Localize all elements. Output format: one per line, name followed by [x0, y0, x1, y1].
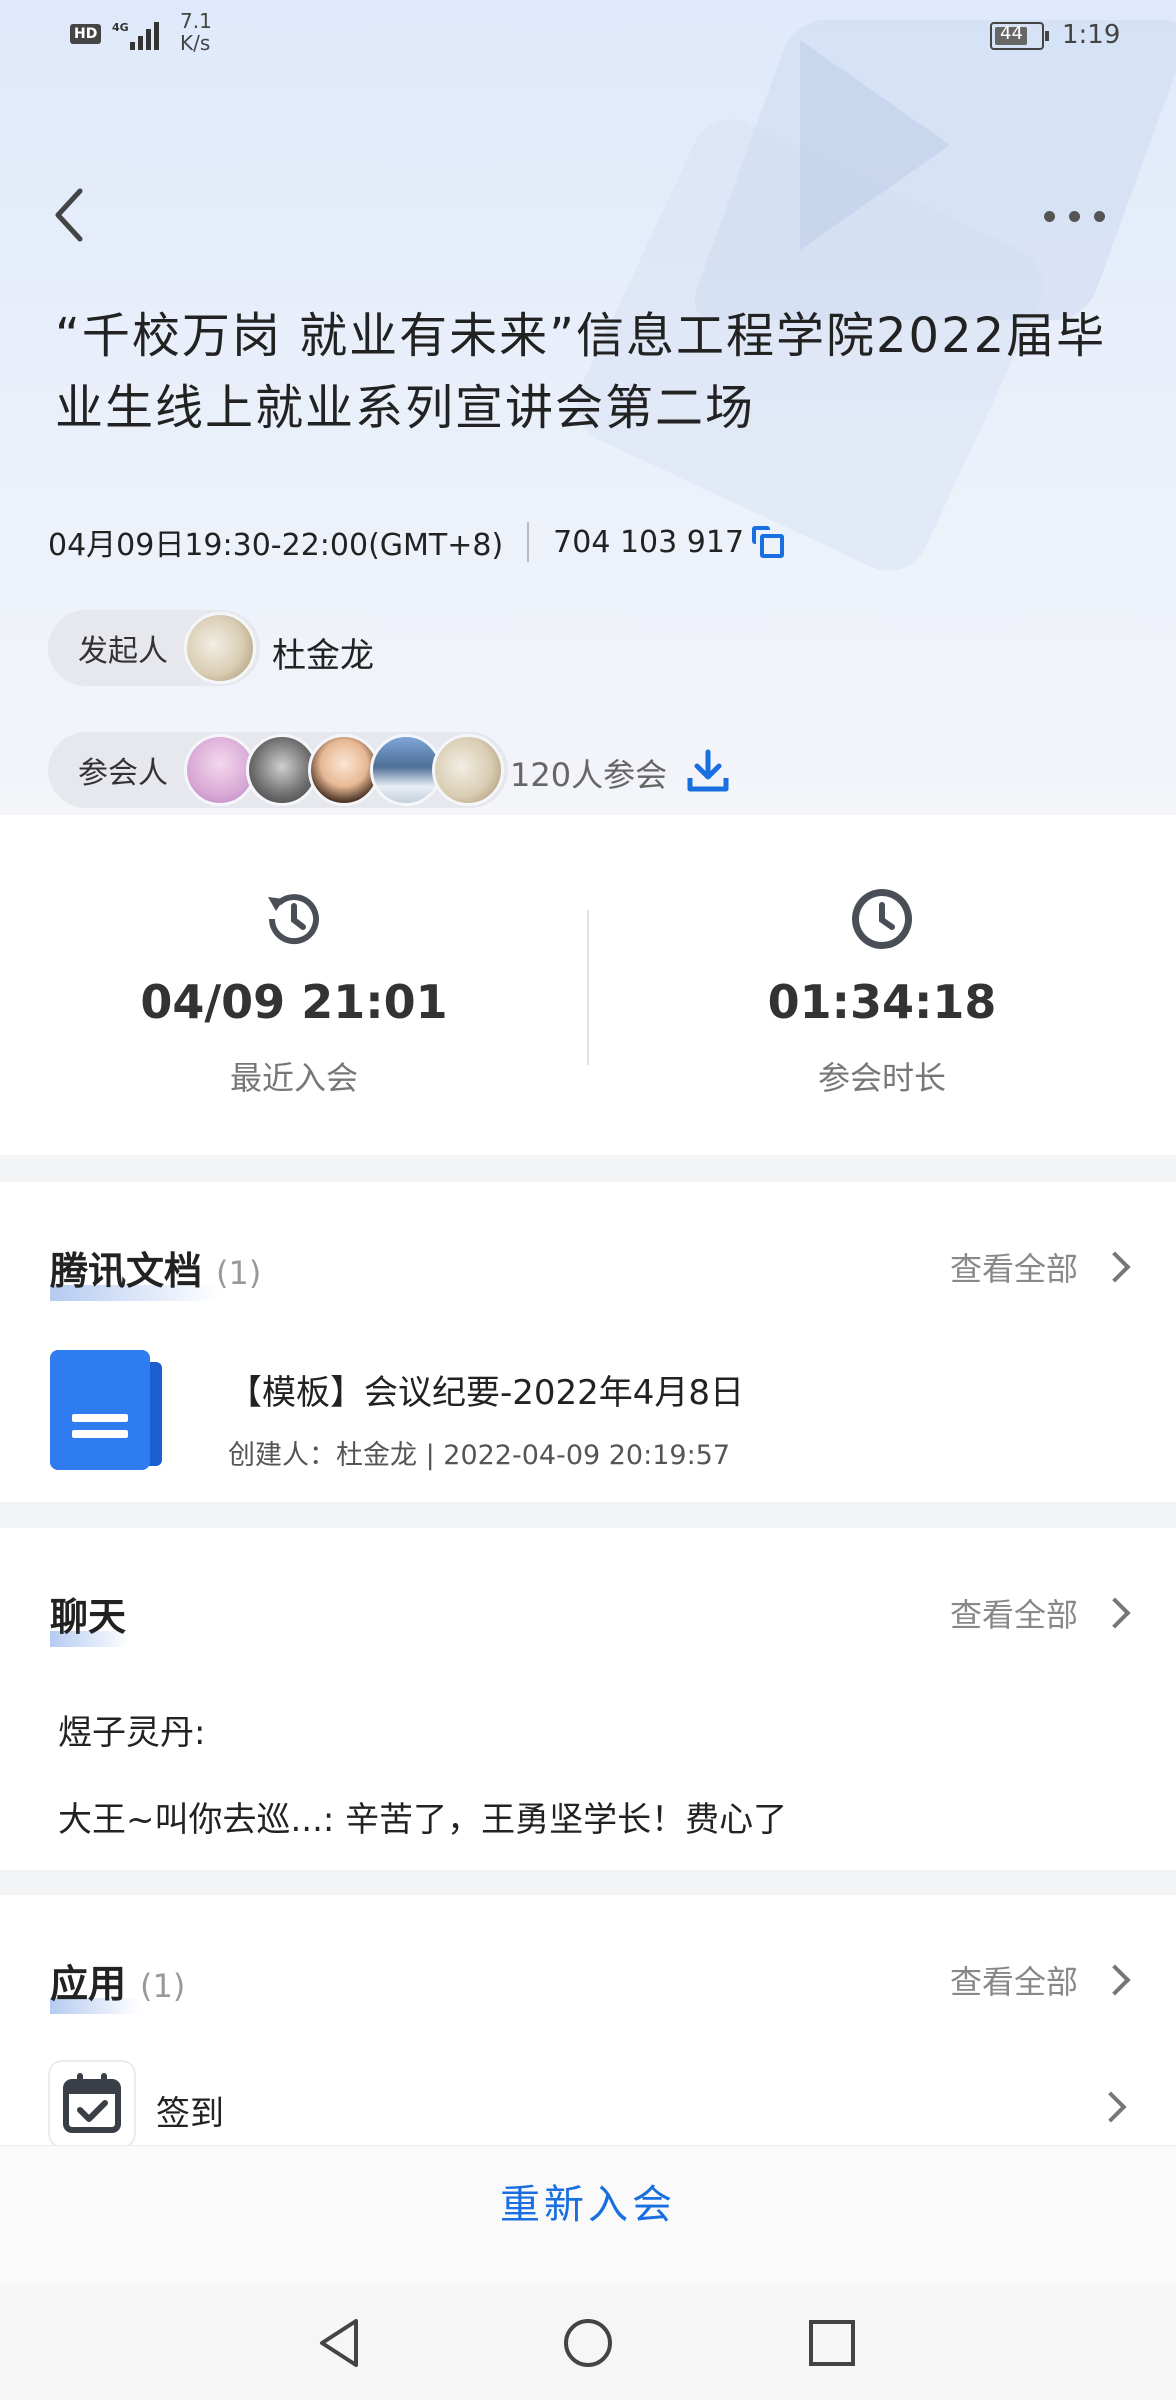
chat-view-all-link[interactable]: 查看全部: [950, 1590, 1131, 1636]
recent-join-label: 最近入会: [229, 1059, 358, 1097]
download-icon[interactable]: [686, 748, 730, 794]
docs-count: (1): [216, 1254, 262, 1292]
participants-label: 参会人: [78, 756, 168, 791]
avatar: [432, 734, 504, 806]
docs-section-title: 腾讯文档 (1): [50, 1240, 262, 1301]
meeting-stats: 04/09 21:01 最近入会 01:34:18 参会时长: [0, 815, 1176, 1155]
meeting-id: 704 103 917: [553, 524, 745, 560]
recent-join-stat: 04/09 21:01 最近入会: [0, 815, 588, 1155]
chat-message: 煜子灵丹:: [58, 1713, 206, 1753]
host-avatar: [184, 612, 256, 684]
doc-item-meta: 创建人：杜金龙 | 2022-04-09 20:19:57: [228, 1440, 731, 1471]
docs-view-all-link[interactable]: 查看全部: [950, 1244, 1131, 1290]
copy-icon[interactable]: [752, 526, 785, 558]
hd-badge: HD: [70, 24, 102, 44]
status-time: 1:19: [1062, 20, 1121, 50]
apps-section-title: 应用 (1): [50, 1953, 186, 2014]
history-icon: [268, 894, 319, 945]
rejoin-button[interactable]: 重新入会: [0, 2172, 1176, 2230]
battery-icon: 44: [990, 22, 1049, 50]
nav-back-icon[interactable]: [312, 2315, 368, 2371]
more-options-icon[interactable]: [1040, 200, 1110, 230]
chat-section-title: 聊天: [50, 1586, 130, 1647]
doc-item-title[interactable]: 【模板】会议纪要-2022年4月8日: [228, 1365, 744, 1414]
network-speed: 7.1 K/s: [180, 9, 212, 55]
document-icon: [50, 1350, 162, 1470]
app-item-label[interactable]: 签到: [156, 2086, 224, 2135]
meeting-title: “千校万岗 就业有未来”信息工程学院2022届毕业生线上就业系列宣讲会第二场: [55, 308, 1107, 436]
chevron-right-icon: [1099, 1597, 1131, 1629]
nav-recents-icon[interactable]: [804, 2315, 860, 2371]
participant-count: 120人参会: [510, 756, 668, 794]
status-bar: HD 4G 7.1 K/s 44 1:19: [0, 0, 1176, 70]
duration-label: 参会时长: [817, 1059, 946, 1097]
app-item-chevron[interactable]: [1074, 2091, 1127, 2123]
signal-icon: [130, 20, 164, 50]
meeting-meta: 04月09日19:30-22:00(GMT+8) 704 103 917: [48, 520, 785, 564]
host-name: 杜金龙: [272, 636, 374, 676]
duration-stat: 01:34:18 参会时长: [588, 815, 1176, 1155]
chevron-right-icon: [1095, 2091, 1127, 2123]
host-label: 发起人: [78, 634, 168, 669]
back-icon[interactable]: [50, 185, 90, 245]
system-navigation-bar: [0, 2285, 1176, 2400]
duration-value: 01:34:18: [767, 975, 997, 1029]
meeting-time-range: 04月09日19:30-22:00(GMT+8): [48, 528, 504, 563]
nav-home-icon[interactable]: [560, 2315, 616, 2371]
host-pill: 发起人: [48, 610, 260, 686]
chevron-right-icon: [1099, 1251, 1131, 1283]
apps-count: (1): [140, 1967, 186, 2005]
network-type: 4G: [112, 21, 129, 34]
apps-view-all-link[interactable]: 查看全部: [950, 1957, 1131, 2003]
chat-message: 大王~叫你去巡...: 辛苦了，王勇坚学长！费心了: [58, 1800, 788, 1840]
chevron-right-icon: [1099, 1964, 1131, 1996]
recent-join-value: 04/09 21:01: [140, 975, 448, 1029]
clock-icon: [852, 889, 912, 949]
checkin-calendar-icon[interactable]: [50, 2062, 134, 2146]
participants-pill[interactable]: 参会人: [48, 732, 508, 808]
